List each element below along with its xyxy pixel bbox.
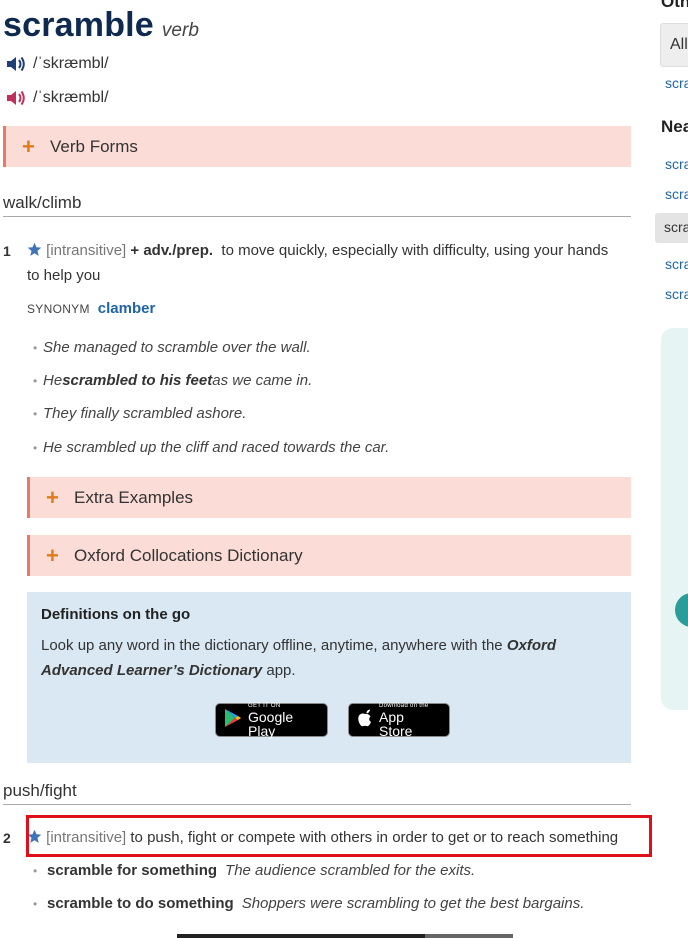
verb-forms-label: Verb Forms <box>50 136 138 156</box>
grammar-label: [intransitive] <box>46 242 127 259</box>
shortcut-heading: push/fight <box>3 781 631 805</box>
headword: scramble <box>3 6 154 44</box>
sidebar-heading-nearby: Nea <box>661 117 688 136</box>
construction-label: + adv./prep. <box>130 242 214 259</box>
bullet-icon: • <box>33 897 38 911</box>
bullet-icon: • <box>33 407 38 421</box>
headword-row: scramble verb <box>3 6 199 45</box>
extra-examples-toggle[interactable]: + Extra Examples <box>27 477 631 518</box>
collocations-toggle[interactable]: + Oxford Collocations Dictionary <box>27 535 631 576</box>
pattern-example: • scramble to do something Shoppers were… <box>33 895 584 912</box>
pronunciation-american: /ˈskræmbl/ <box>5 88 109 108</box>
nearby-word-link[interactable]: scra <box>665 156 688 172</box>
promo-text: Look up any word in the dictionary offli… <box>41 637 556 679</box>
pronunciation-text: /ˈskræmbl/ <box>33 55 109 72</box>
sidebar-link[interactable]: scra <box>665 75 688 91</box>
bullet-icon: • <box>33 441 38 455</box>
pronunciation-text: /ˈskræmbl/ <box>33 89 109 106</box>
part-of-speech: verb <box>161 20 199 41</box>
google-play-icon <box>224 708 242 733</box>
example-sentence: • They finally scrambled ashore. <box>33 405 247 422</box>
collocation-bold: scrambled to his feet <box>62 372 213 389</box>
plus-icon: + <box>22 133 35 159</box>
pronunciation-british: /ˈskræmbl/ <box>5 54 109 74</box>
nearby-word-link[interactable]: scra <box>665 256 688 272</box>
app-store-label: App Store <box>379 708 413 739</box>
highlight-box <box>26 815 652 857</box>
sense-definition: [intransitive] + adv./prep. to move quic… <box>27 238 627 265</box>
collocations-label: Oxford Collocations Dictionary <box>74 545 303 565</box>
app-store-button[interactable]: Download on the App Store <box>348 703 450 739</box>
plus-icon: + <box>46 484 59 510</box>
google-play-button[interactable]: GET IT ON Google Play <box>215 703 328 739</box>
sidebar-heading-other: Oth <box>661 0 688 11</box>
definition-text: to move quickly, especially with difficu… <box>221 242 609 259</box>
sidebar-promo-panel <box>661 328 688 710</box>
verb-forms-toggle[interactable]: + Verb Forms <box>3 126 631 167</box>
google-play-label: Google Play <box>248 708 294 739</box>
example-sentence: • She managed to scramble over the wall. <box>33 339 311 356</box>
bullet-icon: • <box>33 374 38 388</box>
example-sentence: • He scrambled up the cliff and raced to… <box>33 439 390 456</box>
nearby-word-link[interactable]: scra <box>665 286 688 302</box>
pattern-sentence: The audience scrambled for the exits. <box>225 862 476 879</box>
right-sidebar: Oth All scra Nea scra scra scra scra scr… <box>655 0 688 938</box>
sense-number: 1 <box>3 243 11 259</box>
sidebar-select[interactable]: All <box>660 23 688 67</box>
extra-examples-label: Extra Examples <box>74 487 194 507</box>
star-icon <box>27 240 42 265</box>
media-bar <box>177 934 513 938</box>
bullet-icon: • <box>33 341 38 355</box>
plus-icon: + <box>46 542 59 568</box>
apple-icon <box>357 709 373 732</box>
definition-text-continued: to help you <box>27 267 101 284</box>
promo-title: Definitions on the go <box>41 606 191 623</box>
pattern-label: scramble for something <box>47 862 218 879</box>
nearby-word-link[interactable]: scra <box>665 186 688 202</box>
app-promo-box: Definitions on the go Look up any word i… <box>27 592 631 763</box>
speaker-icon-british[interactable] <box>5 54 27 74</box>
synonym-label: SYNONYM <box>27 302 90 316</box>
bullet-icon: • <box>33 864 38 878</box>
sense-number: 2 <box>3 830 11 846</box>
pattern-sentence: Shoppers were scrambling to get the best… <box>241 895 585 912</box>
synonym-row: SYNONYM clamber <box>27 300 155 317</box>
pattern-label: scramble to do something <box>47 895 234 912</box>
shortcut-heading: walk/climb <box>3 193 631 217</box>
pattern-example: • scramble for something The audience sc… <box>33 862 475 879</box>
example-sentence: • He scrambled to his feet as we came in… <box>33 372 313 389</box>
synonym-link[interactable]: clamber <box>98 300 156 317</box>
speaker-icon-american[interactable] <box>5 88 27 108</box>
nearby-word-current[interactable]: scra <box>655 213 688 243</box>
